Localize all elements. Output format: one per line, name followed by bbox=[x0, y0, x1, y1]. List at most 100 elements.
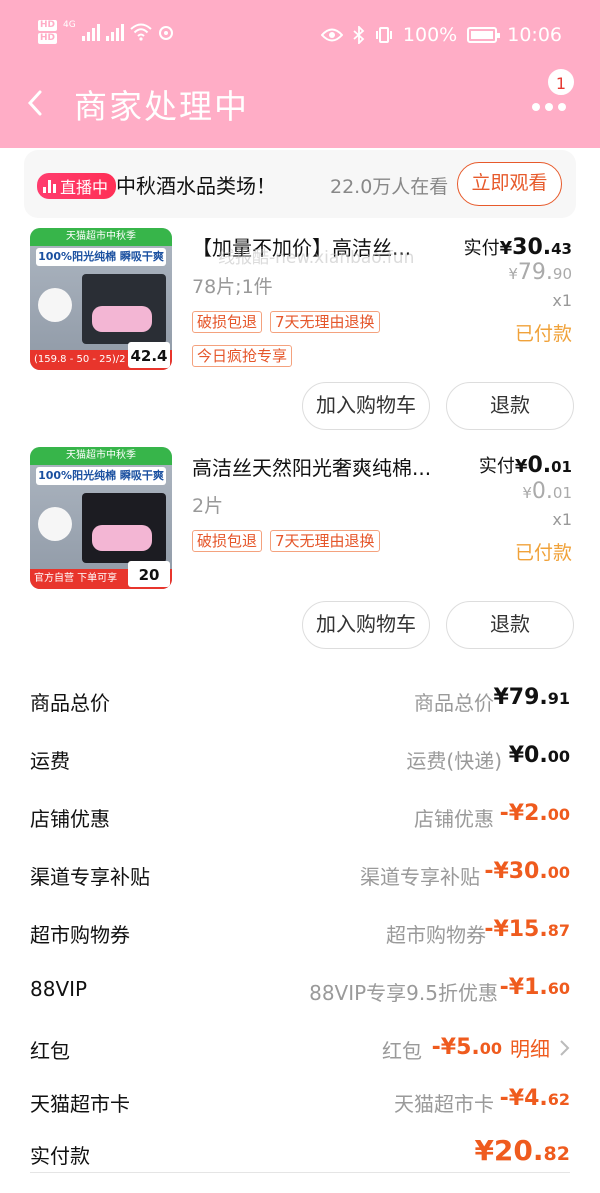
product-package-image bbox=[82, 493, 166, 563]
amount-dec: 62 bbox=[547, 1090, 570, 1109]
summary-detail: 运费(快递) bbox=[406, 749, 502, 773]
paid-label: 实付 bbox=[478, 456, 515, 477]
clock: 10:06 bbox=[507, 24, 562, 46]
thumb-slogan: 100%阳光纯棉 瞬吸干爽 bbox=[36, 248, 166, 266]
red-packet-detail-link[interactable]: -¥5.00 明细 bbox=[432, 1033, 570, 1062]
product-thumbnail[interactable]: 天猫超市中秋季 100%阳光纯棉 瞬吸干爽 官方自营 下单可享 20 bbox=[30, 447, 172, 589]
summary-row-red-packet[interactable]: 红包 红包 -¥5.00 明细 bbox=[0, 1021, 600, 1079]
summary-row-shipping: 运费 运费(快递) ¥0.00 bbox=[0, 731, 600, 789]
network-type: 4G bbox=[63, 20, 76, 30]
wifi-icon bbox=[130, 23, 152, 41]
summary-row-tmall-card: 天猫超市卡 天猫超市卡 -¥4.62 bbox=[0, 1074, 600, 1132]
vibrate-icon bbox=[375, 27, 392, 43]
battery-percent: 100% bbox=[402, 24, 458, 46]
summary-label: 运费 bbox=[30, 749, 70, 773]
summary-detail: 天猫超市卡 bbox=[394, 1092, 494, 1116]
paid-price: 实付¥0.01 bbox=[479, 452, 572, 478]
product-title[interactable]: 高洁丝天然阳光奢爽纯棉... bbox=[192, 452, 454, 481]
amount-dec: 00 bbox=[547, 747, 570, 766]
summary-label: 超市购物券 bbox=[30, 923, 130, 947]
paid-int: 0. bbox=[527, 453, 552, 478]
watch-now-button[interactable]: 立即观看 bbox=[457, 162, 562, 206]
cotton-flower-image bbox=[38, 507, 72, 541]
amount-int: ¥79. bbox=[493, 685, 548, 710]
thumb-top-banner: 天猫超市中秋季 bbox=[30, 447, 172, 465]
eye-icon bbox=[320, 28, 343, 42]
refund-button[interactable]: 退款 bbox=[446, 382, 574, 430]
live-banner[interactable]: 直播中 中秋酒水品类场！ 22.0万人在看 立即观看 bbox=[24, 150, 576, 218]
orig-currency: ¥ bbox=[508, 265, 518, 283]
amount-dec: 91 bbox=[547, 689, 570, 708]
total-label: 实付款 bbox=[30, 1144, 90, 1168]
tag-today-exclusive: 今日疯抢专享 bbox=[192, 345, 293, 367]
thumb-slogan: 100%阳光纯棉 瞬吸干爽 bbox=[36, 467, 166, 485]
paid-dec: 43 bbox=[551, 240, 572, 258]
summary-detail: 渠道专享补贴 bbox=[360, 865, 480, 889]
amount-int: -¥15. bbox=[484, 917, 548, 942]
original-price: ¥0.01 bbox=[522, 479, 572, 504]
hd-badge-1: HD bbox=[38, 20, 58, 31]
summary-amount: -¥30.00 bbox=[484, 859, 570, 884]
summary-label: 店铺优惠 bbox=[30, 807, 110, 831]
hd-badge-2: HD bbox=[38, 33, 58, 44]
watermark: 线报酷-new.xianbao.fun bbox=[218, 248, 415, 268]
summary-row-goods-total: 商品总价 商品总价 ¥79.91 bbox=[0, 673, 600, 731]
amount-dec: 60 bbox=[547, 979, 570, 998]
status-bar: HD HD 4G 100% 10:06 bbox=[0, 14, 600, 58]
live-bars-icon bbox=[43, 179, 56, 193]
summary-row-88vip: 88VIP 88VIP专享9.5折优惠 -¥1.60 bbox=[0, 963, 600, 1021]
product-package-image bbox=[82, 274, 166, 344]
refund-button[interactable]: 退款 bbox=[446, 601, 574, 649]
signal-icon bbox=[81, 23, 100, 41]
paid-int: 30. bbox=[512, 235, 552, 260]
summary-amount: ¥79.91 bbox=[493, 685, 570, 710]
amount-int: -¥5. bbox=[431, 1035, 480, 1060]
summary-label: 天猫超市卡 bbox=[30, 1092, 130, 1116]
orig-dec: 90 bbox=[552, 265, 572, 283]
sync-icon bbox=[158, 26, 173, 40]
back-icon[interactable] bbox=[24, 88, 48, 118]
thumb-price: 20 bbox=[128, 561, 170, 587]
live-tag: 直播中 bbox=[37, 173, 117, 199]
original-price: ¥79.90 bbox=[508, 260, 572, 285]
summary-label: 红包 bbox=[30, 1039, 70, 1063]
amount-int: ¥0. bbox=[508, 743, 548, 768]
summary-amount: -¥4.62 bbox=[500, 1086, 570, 1111]
paid-dec: 01 bbox=[551, 458, 572, 476]
summary-amount: ¥0.00 bbox=[509, 743, 570, 768]
header-bar: HD HD 4G 100% 10:06 商家处理中 1 bbox=[0, 0, 600, 148]
summary-amount: -¥2.00 bbox=[500, 801, 570, 826]
amount-int: -¥4. bbox=[499, 1086, 548, 1111]
add-to-cart-button[interactable]: 加入购物车 bbox=[302, 382, 430, 430]
quantity: x1 bbox=[552, 291, 572, 310]
product-spec: 2片 bbox=[192, 495, 224, 517]
hd-indicators: HD HD bbox=[38, 20, 58, 44]
product-thumbnail[interactable]: 天猫超市中秋季 100%阳光纯棉 瞬吸干爽 (159.8 - 50 - 25)/… bbox=[30, 228, 172, 370]
paid-label: 实付 bbox=[463, 238, 500, 259]
notification-badge: 1 bbox=[546, 67, 576, 97]
orig-int: 0. bbox=[531, 479, 553, 504]
summary-amount: -¥1.60 bbox=[500, 975, 570, 1000]
more-icon[interactable] bbox=[532, 96, 572, 111]
tag-7day-return: 7天无理由退换 bbox=[270, 311, 380, 333]
status-right: 100% 10:06 bbox=[320, 24, 562, 46]
amount-int: -¥2. bbox=[499, 801, 548, 826]
summary-row-total-paid: 实付款 ¥20.82 bbox=[0, 1126, 600, 1184]
live-title: 中秋酒水品类场！ bbox=[116, 174, 276, 198]
summary-detail: 店铺优惠 bbox=[414, 807, 494, 831]
summary-detail: 商品总价 bbox=[414, 691, 494, 715]
bluetooth-icon bbox=[353, 26, 365, 44]
order-status: 已付款 bbox=[514, 542, 572, 564]
amount-dec: 00 bbox=[547, 805, 570, 824]
summary-row-store-discount: 店铺优惠 店铺优惠 -¥2.00 bbox=[0, 789, 600, 847]
add-to-cart-button[interactable]: 加入购物车 bbox=[302, 601, 430, 649]
thumb-price: 42.4 bbox=[128, 342, 170, 368]
detail-link-label[interactable]: 明细 bbox=[510, 1033, 550, 1062]
summary-detail: 超市购物券 bbox=[386, 923, 486, 947]
summary-label: 渠道专享补贴 bbox=[30, 865, 150, 889]
chevron-right-icon bbox=[560, 1039, 570, 1056]
live-tag-label: 直播中 bbox=[60, 178, 109, 197]
summary-amount: -¥5.00 bbox=[432, 1035, 502, 1060]
total-amount: ¥20.82 bbox=[474, 1134, 570, 1167]
thumb-top-banner: 天猫超市中秋季 bbox=[30, 228, 172, 246]
